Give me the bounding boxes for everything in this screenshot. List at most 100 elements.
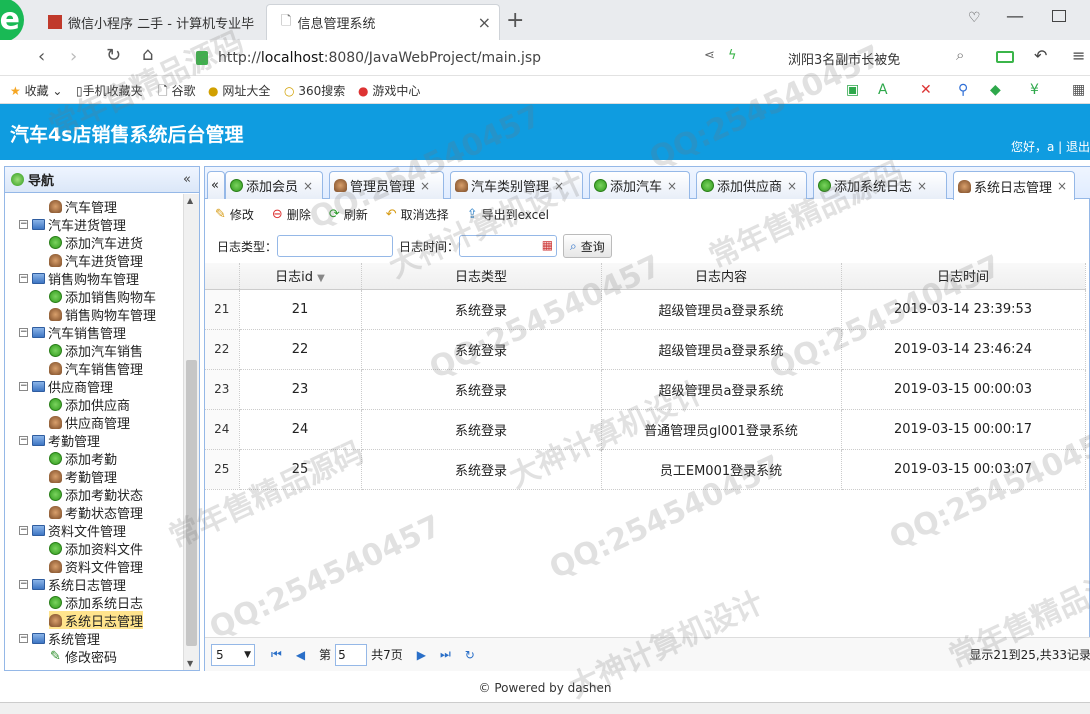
collapse-icon[interactable]: −: [19, 633, 28, 643]
bookmark-favorites[interactable]: ★ 收藏 ⌄: [10, 82, 62, 99]
scroll-up-icon[interactable]: ▲: [187, 196, 193, 205]
bookmark-mobile[interactable]: ▯手机收藏夹: [76, 82, 143, 99]
log-type-input[interactable]: [277, 235, 394, 257]
share-icon[interactable]: ⋖: [704, 48, 715, 63]
collapse-panel-icon[interactable]: «: [183, 172, 191, 187]
close-tab-icon[interactable]: ×: [1057, 179, 1067, 193]
nav-scrollbar-thumb[interactable]: [186, 360, 197, 646]
search-suggestion[interactable]: 浏阳3名副市长被免: [788, 49, 900, 68]
column-header[interactable]: 日志时间: [841, 263, 1086, 290]
nav-item[interactable]: 汽车进货管理: [49, 251, 143, 270]
browser-tab[interactable]: 微信小程序 二手 - 计算机专业毕: [34, 4, 266, 40]
bookmark-nav[interactable]: ● 网址大全: [208, 82, 270, 99]
refresh-button[interactable]: ⟳ 刷新: [329, 206, 368, 223]
nav-item[interactable]: 添加考勤: [49, 449, 117, 468]
first-page-icon[interactable]: ⏮: [271, 647, 282, 662]
nav-item[interactable]: 添加资料文件: [49, 539, 143, 558]
table-row[interactable]: 24 24 系统登录 普通管理员gl001登录系统 2019-03-15 00:00:1…: [205, 409, 1086, 450]
edit-button[interactable]: ✎ 修改: [215, 206, 254, 223]
nav-group[interactable]: − 销售购物车管理: [19, 269, 139, 288]
nav-scrollbar[interactable]: ▲ ▼: [183, 194, 199, 670]
calendar-icon[interactable]: ▦: [542, 238, 553, 252]
skin-icon[interactable]: ♡: [968, 10, 981, 26]
tools-icon[interactable]: ✕: [920, 82, 932, 98]
table-row[interactable]: 22 22 系统登录 超级管理员a登录系统 2019-03-14 23:46:24: [205, 329, 1086, 370]
last-page-icon[interactable]: ⏭: [440, 647, 451, 662]
tab-page[interactable]: 添加系统日志 ×: [813, 171, 947, 199]
close-tab-icon[interactable]: ×: [667, 179, 677, 193]
translate-icon[interactable]: A: [878, 82, 888, 98]
query-button[interactable]: ⌕ 查询: [563, 234, 612, 258]
nav-item[interactable]: 添加考勤状态: [49, 485, 143, 504]
nav-item[interactable]: 添加销售购物车: [49, 287, 156, 306]
collapse-icon[interactable]: −: [19, 219, 28, 229]
reload-page-icon[interactable]: ↻: [465, 648, 475, 662]
tab-active[interactable]: 系统日志管理 ×: [953, 171, 1075, 200]
column-header[interactable]: 日志内容: [601, 263, 842, 290]
prev-page-icon[interactable]: ◀: [296, 648, 305, 662]
log-time-input[interactable]: ▦: [459, 235, 558, 257]
nav-item[interactable]: 添加汽车进货: [49, 233, 143, 252]
delete-button[interactable]: ⊖ 删除: [272, 206, 311, 223]
nav-group[interactable]: − 汽车进货管理: [19, 215, 126, 234]
forward-icon[interactable]: ›: [70, 46, 77, 67]
menu-icon[interactable]: ≡: [1072, 46, 1085, 65]
nav-group[interactable]: − 考勤管理: [19, 431, 100, 450]
collapse-icon[interactable]: −: [19, 327, 28, 337]
extension-icon[interactable]: ▣: [846, 82, 859, 98]
nav-group[interactable]: − 资料文件管理: [19, 521, 126, 540]
cancel-select-button[interactable]: ↶ 取消选择: [386, 206, 449, 223]
tab-page[interactable]: 添加供应商 ×: [696, 171, 807, 199]
url-field[interactable]: http://localhost:8080/JavaWebProject/mai…: [196, 44, 776, 72]
search-tool-icon[interactable]: ⚲: [958, 82, 968, 98]
bookmark-360[interactable]: ○ 360搜索: [284, 82, 345, 99]
new-tab-icon[interactable]: +: [506, 8, 524, 33]
nav-item[interactable]: 资料文件管理: [49, 557, 143, 576]
nav-item[interactable]: ✎ 修改密码: [49, 647, 117, 666]
nav-item[interactable]: 系统日志管理: [49, 611, 144, 630]
nav-item[interactable]: 添加汽车销售: [49, 341, 143, 360]
collapse-icon[interactable]: −: [19, 579, 28, 589]
apps-icon[interactable]: ▦: [1072, 82, 1085, 98]
tab-page[interactable]: 添加会员 ×: [225, 171, 323, 199]
collapse-icon[interactable]: −: [19, 273, 28, 283]
reload-icon[interactable]: ↻: [106, 45, 121, 66]
gamepad-icon[interactable]: ◆: [990, 82, 1001, 98]
money-icon[interactable]: ¥: [1030, 82, 1039, 98]
nav-item[interactable]: 销售购物车管理: [49, 305, 156, 324]
page-number-input[interactable]: 5: [335, 643, 368, 666]
nav-item[interactable]: 添加供应商: [49, 395, 130, 414]
nav-item[interactable]: 添加系统日志: [49, 593, 143, 612]
browser-tab-active[interactable]: 🗋 信息管理系统 ×: [266, 4, 500, 40]
home-icon[interactable]: ⌂: [142, 44, 153, 65]
tab-page[interactable]: 添加汽车 ×: [589, 171, 690, 199]
nav-item[interactable]: 考勤状态管理: [49, 503, 143, 522]
collapse-icon[interactable]: −: [19, 381, 28, 391]
close-tab-icon[interactable]: ×: [303, 179, 313, 193]
page-size-select[interactable]: 5 ▼: [211, 643, 255, 666]
collapse-icon[interactable]: −: [19, 435, 28, 445]
tab-page[interactable]: 汽车类别管理 ×: [450, 171, 583, 199]
next-page-icon[interactable]: ▶: [417, 648, 426, 662]
search-icon[interactable]: ⌕: [956, 46, 964, 64]
maximize-icon[interactable]: [1052, 10, 1066, 22]
close-tab-icon[interactable]: ×: [554, 179, 564, 193]
user-greeting[interactable]: 您好，a | 退出: [1011, 138, 1090, 155]
nav-group[interactable]: − 系统日志管理: [19, 575, 126, 594]
nav-item[interactable]: 汽车销售管理: [49, 359, 143, 378]
table-row[interactable]: 25 25 系统登录 员工EM001登录系统 2019-03-15 00:03:07: [205, 449, 1086, 490]
lightning-icon[interactable]: ϟ: [728, 48, 737, 63]
close-tab-icon[interactable]: ×: [420, 179, 430, 193]
nav-group[interactable]: − 系统管理: [19, 629, 100, 648]
nav-item[interactable]: 供应商管理: [49, 413, 130, 432]
close-tab-icon[interactable]: ×: [478, 13, 491, 32]
back-icon[interactable]: ‹: [38, 46, 45, 67]
table-row[interactable]: 21 21 系统登录 超级管理员a登录系统 2019-03-14 23:39:53: [205, 289, 1086, 330]
bookmark-games[interactable]: ● 游戏中心: [358, 82, 420, 99]
bookmark-google[interactable]: 🗋 谷歌: [158, 82, 196, 103]
undo-icon[interactable]: ↶: [1034, 46, 1047, 65]
nav-group[interactable]: − 汽车销售管理: [19, 323, 126, 342]
tab-page[interactable]: 管理员管理 ×: [329, 171, 444, 199]
table-row[interactable]: 23 23 系统登录 超级管理员a登录系统 2019-03-15 00:00:03: [205, 369, 1086, 410]
column-header[interactable]: 日志类型: [361, 263, 602, 290]
